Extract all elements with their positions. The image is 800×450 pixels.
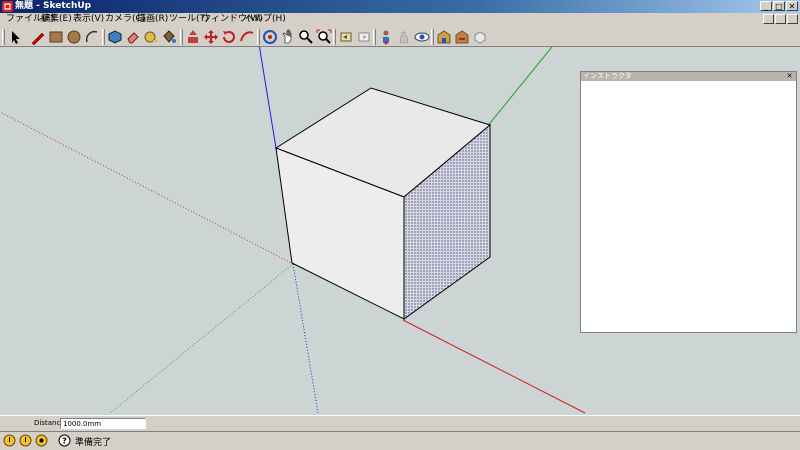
measurements-bar: Distance 1000.0mm bbox=[0, 415, 800, 432]
eraser-icon[interactable] bbox=[125, 29, 141, 45]
previous-view-icon[interactable] bbox=[338, 29, 354, 45]
3d-warehouse-icon[interactable] bbox=[436, 29, 452, 45]
paint-bucket-icon[interactable] bbox=[161, 29, 177, 45]
red-axis-positive bbox=[402, 319, 586, 414]
instructor-close-button[interactable]: ✕ bbox=[785, 72, 794, 80]
credits-icon[interactable] bbox=[19, 434, 32, 447]
help-icon[interactable]: ? bbox=[58, 434, 71, 447]
menu-draw[interactable]: 描画(R) bbox=[137, 13, 168, 26]
sketchup-app-icon bbox=[2, 1, 13, 12]
blue-axis-positive bbox=[258, 47, 277, 149]
circle-icon[interactable] bbox=[66, 29, 82, 45]
next-view-icon[interactable] bbox=[356, 29, 372, 45]
toolbar-grip[interactable] bbox=[373, 29, 376, 45]
menu-edit[interactable]: 編集(E) bbox=[41, 13, 72, 26]
walk-icon[interactable] bbox=[396, 29, 412, 45]
status-bar: ? 準備完了 bbox=[0, 431, 800, 450]
orbit-icon[interactable] bbox=[262, 29, 278, 45]
red-axis-negative bbox=[0, 111, 294, 265]
menu-help[interactable]: ヘルプ(H) bbox=[245, 13, 286, 26]
toolbar-grip[interactable] bbox=[431, 29, 434, 45]
window-title: 無題 - SketchUp bbox=[15, 1, 92, 11]
measurement-input[interactable]: 1000.0mm bbox=[60, 418, 146, 429]
move-icon[interactable] bbox=[203, 29, 219, 45]
share-model-icon[interactable] bbox=[454, 29, 470, 45]
rectangle-icon[interactable] bbox=[48, 29, 64, 45]
close-button[interactable]: ✕ bbox=[786, 1, 798, 11]
look-around-icon[interactable] bbox=[414, 29, 430, 45]
pencil-line-icon[interactable] bbox=[30, 29, 46, 45]
arc-icon[interactable] bbox=[84, 29, 100, 45]
main-toolbar bbox=[0, 26, 800, 47]
account-icon[interactable] bbox=[35, 434, 48, 447]
toolbar-grip[interactable] bbox=[333, 29, 336, 45]
drawing-viewport[interactable]: インストラクタ ✕ bbox=[0, 47, 800, 415]
rotate-icon[interactable] bbox=[221, 29, 237, 45]
toolbar-grip[interactable] bbox=[257, 29, 260, 45]
push-pull-icon[interactable] bbox=[185, 29, 201, 45]
green-axis-negative bbox=[109, 263, 294, 414]
toolbar-grip[interactable] bbox=[2, 29, 5, 45]
maximize-button[interactable]: □ bbox=[773, 1, 785, 11]
pan-icon[interactable] bbox=[280, 29, 296, 45]
svg-text:?: ? bbox=[62, 437, 67, 446]
make-component-icon[interactable] bbox=[107, 29, 123, 45]
select-arrow-icon[interactable] bbox=[8, 29, 24, 45]
menu-bar: ファイル(F) 編集(E) 表示(V) カメラ(C) 描画(R) ツール(T) … bbox=[0, 13, 800, 26]
geo-location-icon[interactable] bbox=[3, 434, 16, 447]
mdi-close-button[interactable] bbox=[787, 14, 798, 24]
instructor-title: インストラクタ bbox=[583, 72, 632, 80]
zoom-extents-icon[interactable] bbox=[316, 29, 332, 45]
get-components-icon[interactable] bbox=[472, 29, 488, 45]
instructor-panel[interactable]: インストラクタ ✕ bbox=[580, 71, 797, 333]
toolbar-grip[interactable] bbox=[180, 29, 183, 45]
menu-view[interactable]: 表示(V) bbox=[73, 13, 104, 26]
title-bar: 無題 - SketchUp _ □ ✕ bbox=[0, 0, 800, 13]
position-camera-icon[interactable] bbox=[378, 29, 394, 45]
green-axis-positive bbox=[485, 47, 553, 129]
mdi-restore-button[interactable] bbox=[775, 14, 786, 24]
zoom-icon[interactable] bbox=[298, 29, 314, 45]
toolbar-grip[interactable] bbox=[102, 29, 105, 45]
status-text: 準備完了 bbox=[75, 438, 112, 448]
follow-me-icon[interactable] bbox=[239, 29, 255, 45]
instructor-title-bar: インストラクタ ✕ bbox=[581, 72, 796, 81]
mdi-minimize-button[interactable] bbox=[763, 14, 774, 24]
tape-measure-icon[interactable] bbox=[143, 29, 159, 45]
minimize-button[interactable]: _ bbox=[760, 1, 772, 11]
blue-axis-negative bbox=[292, 263, 319, 414]
